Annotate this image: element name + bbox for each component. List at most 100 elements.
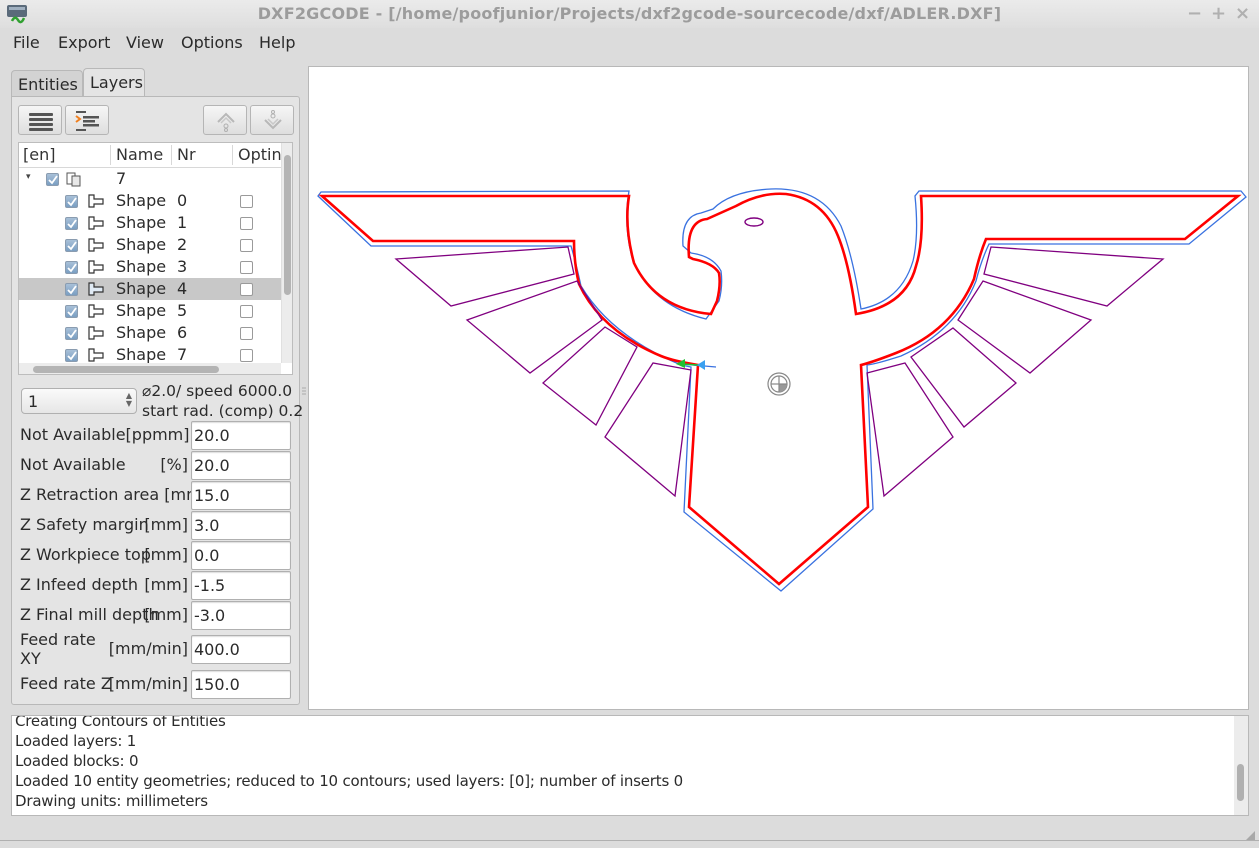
select-all-button[interactable] xyxy=(18,105,62,135)
shape-icon xyxy=(88,238,104,252)
log-line: Drawing units: millimeters xyxy=(15,792,208,810)
scrollbar-thumb[interactable] xyxy=(33,366,219,373)
tab-entities[interactable]: Entities xyxy=(11,70,83,96)
message-log[interactable]: Creating Contours of Entities Loaded lay… xyxy=(11,715,1249,816)
shape-row[interactable]: Shape 5 xyxy=(19,300,281,322)
menu-help[interactable]: Help xyxy=(259,33,295,52)
param-label: Not Available xyxy=(20,455,126,474)
menu-options[interactable]: Options xyxy=(181,33,243,52)
column-nr[interactable]: Nr xyxy=(177,145,196,165)
shape-optimize-checkbox[interactable] xyxy=(240,283,253,296)
layer-checkbox[interactable] xyxy=(46,173,59,186)
param-label: Not Available[ppmm] xyxy=(20,425,190,444)
column-optimize[interactable]: Optin xyxy=(238,145,282,165)
shape-nr: 3 xyxy=(177,257,188,276)
shape-enabled-checkbox[interactable] xyxy=(65,327,78,340)
move-down-button[interactable] xyxy=(250,105,294,135)
column-name[interactable]: Name xyxy=(116,145,163,165)
shape-enabled-checkbox[interactable] xyxy=(65,305,78,318)
feather-shape xyxy=(910,327,1017,428)
menu-file[interactable]: File xyxy=(13,33,40,52)
column-separator xyxy=(110,145,111,165)
param-input[interactable] xyxy=(191,670,291,699)
param-input[interactable] xyxy=(191,541,291,570)
shape-row[interactable]: Shape 2 xyxy=(19,234,281,256)
shapes-tree[interactable]: [en] Name Nr Optin ▾ 7 Shape 0 Shape 1 Shape… xyxy=(18,142,293,375)
param-input[interactable] xyxy=(191,421,291,450)
shape-row[interactable]: Shape 0 xyxy=(19,190,281,212)
shape-icon xyxy=(88,348,104,362)
spin-arrows-icon[interactable]: ▲ ▼ xyxy=(126,392,132,408)
param-unit: [mm/min] xyxy=(108,639,188,658)
shape-row[interactable]: Shape 3 xyxy=(19,256,281,278)
layer-icon xyxy=(66,172,81,187)
param-input[interactable] xyxy=(191,451,291,480)
move-up-button[interactable] xyxy=(203,105,247,135)
indent-list-icon xyxy=(75,111,99,131)
param-label: Z Safety margin xyxy=(20,515,149,534)
param-input[interactable] xyxy=(191,511,291,540)
shape-optimize-checkbox[interactable] xyxy=(240,349,253,362)
shape-name: Shape xyxy=(116,235,167,254)
drawing-canvas[interactable] xyxy=(308,66,1249,710)
feather-shape xyxy=(866,362,954,498)
param-label: Z Workpiece top xyxy=(20,545,151,564)
minimize-button[interactable]: − xyxy=(1187,3,1202,24)
shape-name: Shape xyxy=(116,301,167,320)
param-input[interactable] xyxy=(191,635,291,664)
select-invert-button[interactable] xyxy=(65,105,109,135)
param-input[interactable] xyxy=(191,481,291,510)
feather-shape xyxy=(394,246,575,307)
shape-row[interactable]: Shape 1 xyxy=(19,212,281,234)
menu-export[interactable]: Export xyxy=(58,33,110,52)
param-unit: [%] xyxy=(160,455,188,474)
shape-enabled-checkbox[interactable] xyxy=(65,195,78,208)
param-unit: [mm/min] xyxy=(108,674,188,693)
eye-shape xyxy=(744,217,764,227)
param-input[interactable] xyxy=(191,571,291,600)
shape-optimize-checkbox[interactable] xyxy=(240,217,253,230)
param-input[interactable] xyxy=(191,601,291,630)
scrollbar-thumb[interactable] xyxy=(284,155,291,295)
menu-view[interactable]: View xyxy=(126,33,164,52)
expand-arrow-icon[interactable]: ▾ xyxy=(26,172,31,182)
shape-enabled-checkbox[interactable] xyxy=(65,261,78,274)
tool-diameter-speed: ⌀2.0/ speed 6000.0 xyxy=(142,382,293,400)
shape-enabled-checkbox[interactable] xyxy=(65,217,78,230)
log-scrollbar[interactable] xyxy=(1234,716,1248,815)
shape-row[interactable]: Shape 6 xyxy=(19,322,281,344)
arrow-down-icon xyxy=(264,110,282,130)
shape-enabled-checkbox[interactable] xyxy=(65,283,78,296)
column-separator xyxy=(232,145,233,165)
list-lines-icon xyxy=(29,113,53,131)
feather-shape xyxy=(957,280,1093,374)
tool-number-spinbox[interactable]: 1 ▲ ▼ xyxy=(21,388,137,414)
column-enabled[interactable]: [en] xyxy=(23,145,55,165)
log-line: Loaded layers: 1 xyxy=(15,732,137,750)
maximize-button[interactable]: + xyxy=(1211,3,1226,24)
shape-name: Shape xyxy=(116,213,167,232)
shape-enabled-checkbox[interactable] xyxy=(65,349,78,362)
param-unit: [mm] xyxy=(144,545,188,564)
shape-row[interactable]: Shape 4 xyxy=(19,278,281,300)
shape-enabled-checkbox[interactable] xyxy=(65,239,78,252)
shape-icon xyxy=(88,194,104,208)
window-title: DXF2GCODE - [/home/poofjunior/Projects/d… xyxy=(257,4,1002,23)
tree-vertical-scrollbar[interactable] xyxy=(281,143,292,363)
shape-name: Shape xyxy=(116,257,167,276)
shape-optimize-checkbox[interactable] xyxy=(240,261,253,274)
tab-layers[interactable]: Layers xyxy=(83,68,145,96)
layer-row[interactable]: ▾ 7 xyxy=(19,168,281,190)
tree-horizontal-scrollbar[interactable] xyxy=(19,363,281,374)
shape-optimize-checkbox[interactable] xyxy=(240,239,253,252)
shape-nr: 6 xyxy=(177,323,188,342)
param-unit: [mm] xyxy=(144,515,188,534)
close-button[interactable]: × xyxy=(1235,3,1250,24)
shape-optimize-checkbox[interactable] xyxy=(240,327,253,340)
scrollbar-thumb[interactable] xyxy=(1237,764,1244,801)
shape-optimize-checkbox[interactable] xyxy=(240,195,253,208)
shape-nr: 2 xyxy=(177,235,188,254)
column-separator xyxy=(171,145,172,165)
splitter-handle[interactable] xyxy=(302,383,306,395)
shape-optimize-checkbox[interactable] xyxy=(240,305,253,318)
